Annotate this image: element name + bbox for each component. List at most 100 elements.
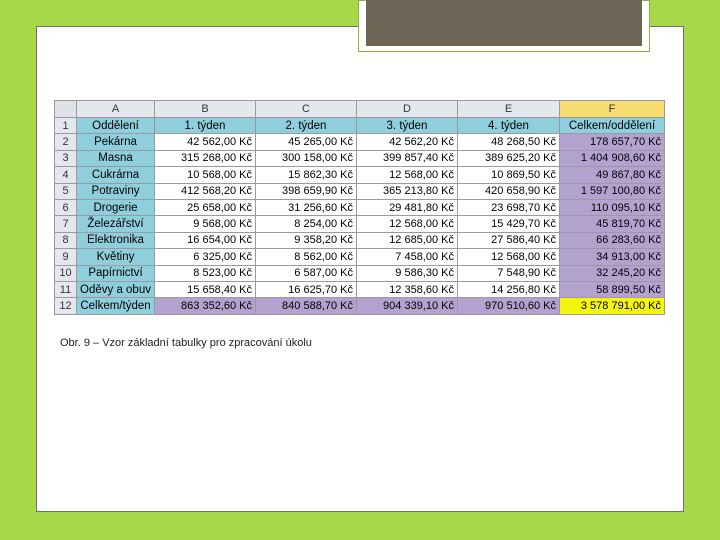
header-cell-total[interactable]: Celkem/oddělení: [559, 116, 665, 135]
spreadsheet-table: A B C D E F 1 Oddělení 1. týden 2. týden…: [54, 100, 665, 315]
week2-cell[interactable]: 15 862,30 Kč: [255, 166, 357, 184]
department-total-cell[interactable]: 32 245,20 Kč: [559, 264, 665, 282]
column-header-c[interactable]: C: [255, 100, 357, 118]
row-header[interactable]: 2: [54, 133, 77, 151]
week4-cell[interactable]: 27 586,40 Kč: [457, 231, 560, 250]
week3-cell[interactable]: 12 358,60 Kč: [356, 280, 458, 299]
week1-cell[interactable]: 6 325,00 Kč: [154, 248, 256, 266]
week3-cell[interactable]: 12 568,00 Kč: [356, 166, 458, 184]
row-header[interactable]: 5: [54, 182, 77, 200]
column-header-d[interactable]: D: [356, 100, 458, 118]
week1-cell[interactable]: 315 268,00 Kč: [154, 149, 256, 168]
week3-cell[interactable]: 12 685,00 Kč: [356, 231, 458, 250]
week1-cell[interactable]: 10 568,00 Kč: [154, 166, 256, 184]
week3-cell[interactable]: 399 857,40 Kč: [356, 149, 458, 168]
grand-total-cell[interactable]: 3 578 791,00 Kč: [559, 297, 665, 315]
row-header[interactable]: 7: [54, 215, 77, 233]
totals-label-cell[interactable]: Celkem/týden: [76, 297, 155, 315]
table-row: 10 Papírnictví 8 523,00 Kč 6 587,00 Kč 9 586…: [54, 264, 665, 282]
column-header-b[interactable]: B: [154, 100, 256, 118]
department-name-cell[interactable]: Potraviny: [76, 182, 155, 200]
totals-week1-cell[interactable]: 863 352,60 Kč: [154, 297, 256, 315]
totals-week3-cell[interactable]: 904 339,10 Kč: [356, 297, 458, 315]
column-header-e[interactable]: E: [457, 100, 560, 118]
row-header[interactable]: 6: [54, 198, 77, 217]
row-header[interactable]: 3: [54, 149, 77, 168]
department-name-cell[interactable]: Železářství: [76, 215, 155, 233]
department-total-cell[interactable]: 1 404 908,60 Kč: [559, 149, 665, 168]
row-header[interactable]: 10: [54, 264, 77, 282]
department-name-cell[interactable]: Květiny: [76, 248, 155, 266]
week1-cell[interactable]: 25 658,00 Kč: [154, 198, 256, 217]
week2-cell[interactable]: 300 158,00 Kč: [255, 149, 357, 168]
column-header-row: A B C D E F: [54, 100, 665, 118]
header-cell-week1[interactable]: 1. týden: [154, 116, 256, 135]
department-total-cell[interactable]: 66 283,60 Kč: [559, 231, 665, 250]
totals-row: 12 Celkem/týden 863 352,60 Kč 840 588,70…: [54, 297, 665, 315]
column-header-a[interactable]: A: [76, 100, 155, 118]
week4-cell[interactable]: 48 268,50 Kč: [457, 133, 560, 151]
week2-cell[interactable]: 398 659,90 Kč: [255, 182, 357, 200]
week4-cell[interactable]: 23 698,70 Kč: [457, 198, 560, 217]
week4-cell[interactable]: 7 548,90 Kč: [457, 264, 560, 282]
department-name-cell[interactable]: Drogerie: [76, 198, 155, 217]
row-header[interactable]: 9: [54, 248, 77, 266]
select-all-corner[interactable]: [54, 100, 77, 118]
department-name-cell[interactable]: Masna: [76, 149, 155, 168]
department-total-cell[interactable]: 45 819,70 Kč: [559, 215, 665, 233]
week1-cell[interactable]: 9 568,00 Kč: [154, 215, 256, 233]
week4-cell[interactable]: 12 568,00 Kč: [457, 248, 560, 266]
row-header[interactable]: 12: [54, 297, 77, 315]
table-row: 7 Železářství 9 568,00 Kč 8 254,00 Kč 12 568…: [54, 215, 665, 233]
week4-cell[interactable]: 420 658,90 Kč: [457, 182, 560, 200]
week2-cell[interactable]: 6 587,00 Kč: [255, 264, 357, 282]
department-total-cell[interactable]: 1 597 100,80 Kč: [559, 182, 665, 200]
header-cell-week2[interactable]: 2. týden: [255, 116, 357, 135]
week3-cell[interactable]: 9 586,30 Kč: [356, 264, 458, 282]
row-header[interactable]: 1: [54, 116, 77, 135]
department-total-cell[interactable]: 49 867,80 Kč: [559, 166, 665, 184]
week4-cell[interactable]: 15 429,70 Kč: [457, 215, 560, 233]
department-name-cell[interactable]: Papírnictví: [76, 264, 155, 282]
week3-cell[interactable]: 12 568,00 Kč: [356, 215, 458, 233]
department-total-cell[interactable]: 110 095,10 Kč: [559, 198, 665, 217]
week3-cell[interactable]: 365 213,80 Kč: [356, 182, 458, 200]
department-name-cell[interactable]: Elektronika: [76, 231, 155, 250]
department-name-cell[interactable]: Pekárna: [76, 133, 155, 151]
week2-cell[interactable]: 8 562,00 Kč: [255, 248, 357, 266]
week1-cell[interactable]: 8 523,00 Kč: [154, 264, 256, 282]
week1-cell[interactable]: 42 562,00 Kč: [154, 133, 256, 151]
department-total-cell[interactable]: 178 657,70 Kč: [559, 133, 665, 151]
week3-cell[interactable]: 42 562,20 Kč: [356, 133, 458, 151]
table-row: 4 Cukrárna 10 568,00 Kč 15 862,30 Kč 12 568,…: [54, 166, 665, 184]
week2-cell[interactable]: 45 265,00 Kč: [255, 133, 357, 151]
table-row: 11 Oděvy a obuv 15 658,40 Kč 16 625,70 Kč 12…: [54, 280, 665, 299]
data-rows: 2 Pekárna 42 562,00 Kč 45 265,00 Kč 42 562,2…: [54, 133, 665, 299]
week2-cell[interactable]: 9 358,20 Kč: [255, 231, 357, 250]
week3-cell[interactable]: 29 481,80 Kč: [356, 198, 458, 217]
row-header[interactable]: 11: [54, 280, 77, 299]
week2-cell[interactable]: 31 256,60 Kč: [255, 198, 357, 217]
row-header[interactable]: 4: [54, 166, 77, 184]
header-cell-week3[interactable]: 3. týden: [356, 116, 458, 135]
table-row: 3 Masna 315 268,00 Kč 300 158,00 Kč 399 857,…: [54, 149, 665, 168]
totals-week4-cell[interactable]: 970 510,60 Kč: [457, 297, 560, 315]
department-name-cell[interactable]: Cukrárna: [76, 166, 155, 184]
week4-cell[interactable]: 389 625,20 Kč: [457, 149, 560, 168]
week1-cell[interactable]: 412 568,20 Kč: [154, 182, 256, 200]
department-total-cell[interactable]: 34 913,00 Kč: [559, 248, 665, 266]
column-header-f[interactable]: F: [559, 100, 665, 118]
row-header[interactable]: 8: [54, 231, 77, 250]
week4-cell[interactable]: 14 256,80 Kč: [457, 280, 560, 299]
department-total-cell[interactable]: 58 899,50 Kč: [559, 280, 665, 299]
week2-cell[interactable]: 8 254,00 Kč: [255, 215, 357, 233]
header-cell-week4[interactable]: 4. týden: [457, 116, 560, 135]
header-cell-department[interactable]: Oddělení: [76, 116, 155, 135]
week1-cell[interactable]: 15 658,40 Kč: [154, 280, 256, 299]
week2-cell[interactable]: 16 625,70 Kč: [255, 280, 357, 299]
week3-cell[interactable]: 7 458,00 Kč: [356, 248, 458, 266]
week4-cell[interactable]: 10 869,50 Kč: [457, 166, 560, 184]
week1-cell[interactable]: 16 654,00 Kč: [154, 231, 256, 250]
department-name-cell[interactable]: Oděvy a obuv: [76, 280, 155, 299]
totals-week2-cell[interactable]: 840 588,70 Kč: [255, 297, 357, 315]
